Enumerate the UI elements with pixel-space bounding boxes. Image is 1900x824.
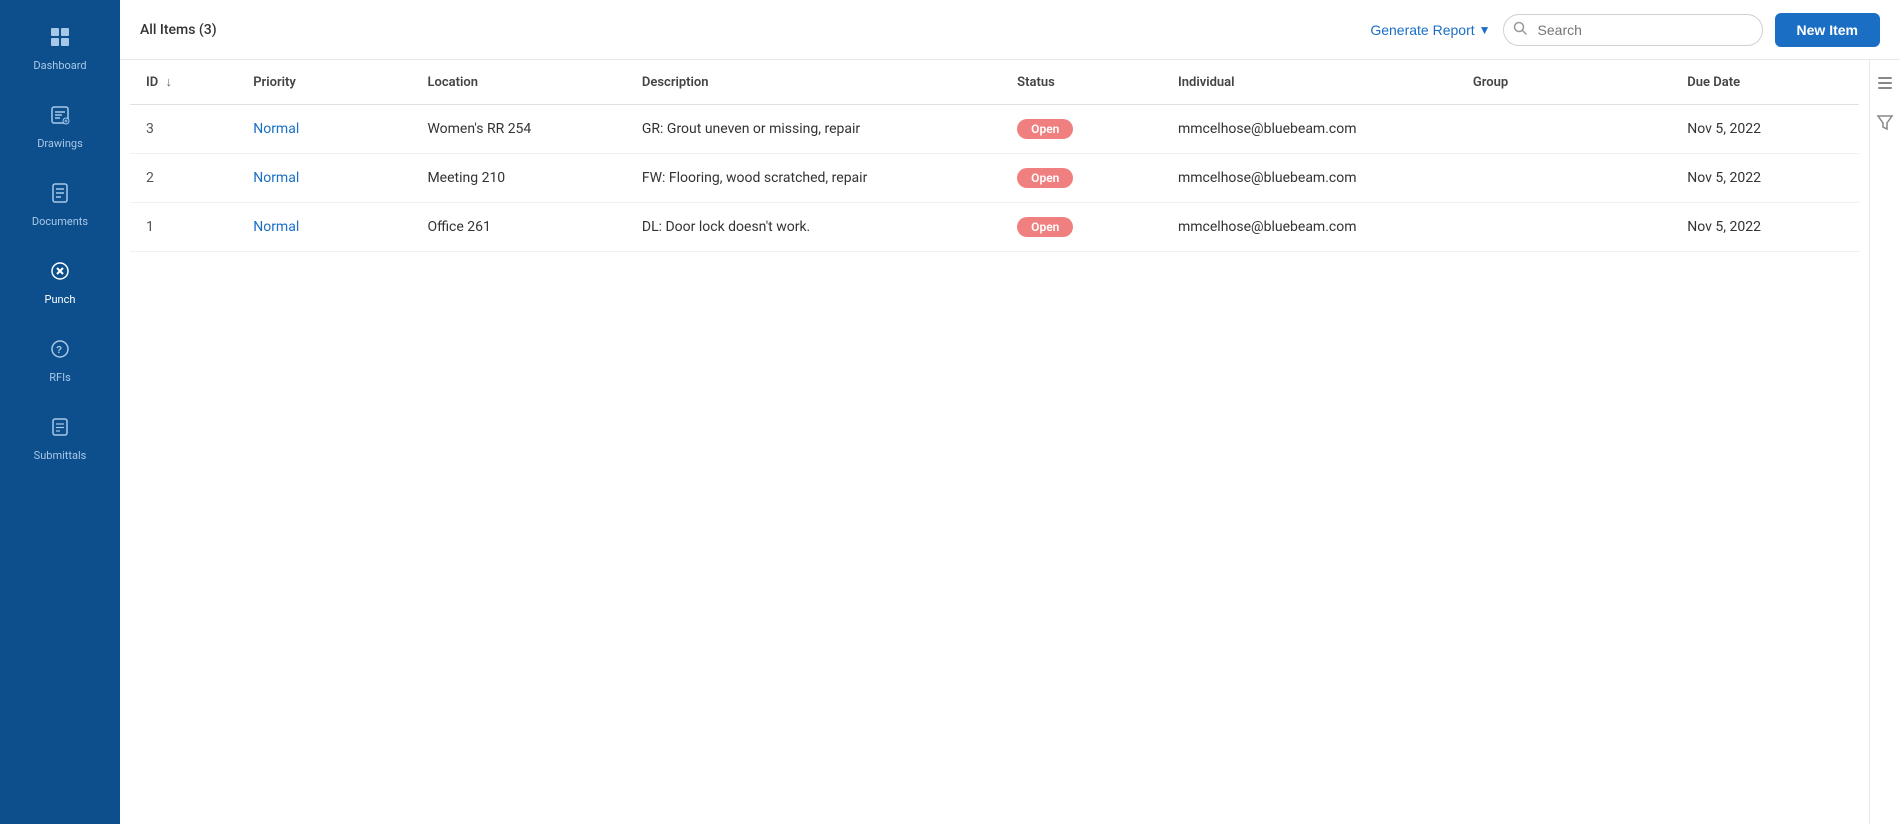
cell-group bbox=[1457, 203, 1671, 252]
table-row[interactable]: 1 Normal Office 261 DL: Door lock doesn'… bbox=[130, 203, 1859, 252]
filter-icon[interactable] bbox=[1876, 113, 1894, 136]
cell-priority: Normal bbox=[237, 154, 411, 203]
punch-icon bbox=[49, 260, 71, 287]
table-row[interactable]: 2 Normal Meeting 210 FW: Flooring, wood … bbox=[130, 154, 1859, 203]
sidebar-item-punch[interactable]: Punch bbox=[6, 246, 114, 320]
column-header-location[interactable]: Location bbox=[411, 60, 625, 105]
sidebar-item-dashboard[interactable]: Dashboard bbox=[6, 12, 114, 86]
cell-status: Open bbox=[1001, 203, 1162, 252]
sort-arrow-icon: ↓ bbox=[165, 75, 172, 90]
chevron-down-icon: ▼ bbox=[1479, 23, 1491, 37]
items-table-container: ID ↓ Priority Location Description Statu… bbox=[120, 60, 1869, 824]
table-row[interactable]: 3 Normal Women's RR 254 GR: Grout uneven… bbox=[130, 105, 1859, 154]
sidebar-item-submittals[interactable]: Submittals bbox=[6, 402, 114, 476]
column-header-description[interactable]: Description bbox=[626, 60, 1001, 105]
cell-priority: Normal bbox=[237, 105, 411, 154]
column-header-id[interactable]: ID ↓ bbox=[130, 60, 237, 105]
submittals-icon bbox=[49, 416, 71, 443]
new-item-button[interactable]: New Item bbox=[1775, 13, 1880, 47]
cell-id: 1 bbox=[130, 203, 237, 252]
cell-id: 2 bbox=[130, 154, 237, 203]
sidebar-item-drawings[interactable]: Drawings bbox=[6, 90, 114, 164]
new-item-label: New Item bbox=[1797, 22, 1858, 38]
sidebar-item-rfis[interactable]: ? RFIs bbox=[6, 324, 114, 398]
table-header-row: ID ↓ Priority Location Description Statu… bbox=[130, 60, 1859, 105]
right-toolbar bbox=[1869, 60, 1900, 824]
cell-location: Meeting 210 bbox=[411, 154, 625, 203]
generate-report-button[interactable]: Generate Report ▼ bbox=[1370, 22, 1490, 38]
search-input[interactable] bbox=[1503, 14, 1763, 46]
sidebar-item-label: RFIs bbox=[49, 371, 71, 384]
cell-description: DL: Door lock doesn't work. bbox=[626, 203, 1001, 252]
dashboard-icon bbox=[49, 26, 71, 53]
column-header-group[interactable]: Group bbox=[1457, 60, 1671, 105]
cell-status: Open bbox=[1001, 154, 1162, 203]
main-content: All Items (3) Generate Report ▼ New Item bbox=[120, 0, 1900, 824]
sidebar-item-documents[interactable]: Documents bbox=[6, 168, 114, 242]
cell-id: 3 bbox=[130, 105, 237, 154]
sidebar-item-label: Submittals bbox=[34, 449, 87, 462]
cell-individual: mmcelhose@bluebeam.com bbox=[1162, 203, 1457, 252]
documents-icon bbox=[49, 182, 71, 209]
cell-priority: Normal bbox=[237, 203, 411, 252]
cell-group bbox=[1457, 105, 1671, 154]
cell-description: GR: Grout uneven or missing, repair bbox=[626, 105, 1001, 154]
cell-individual: mmcelhose@bluebeam.com bbox=[1162, 154, 1457, 203]
column-header-due-date[interactable]: Due Date bbox=[1671, 60, 1859, 105]
status-badge: Open bbox=[1017, 119, 1073, 139]
items-table: ID ↓ Priority Location Description Statu… bbox=[130, 60, 1859, 252]
sidebar-item-label: Dashboard bbox=[33, 59, 86, 72]
cell-due-date: Nov 5, 2022 bbox=[1671, 154, 1859, 203]
cell-description: FW: Flooring, wood scratched, repair bbox=[626, 154, 1001, 203]
status-badge: Open bbox=[1017, 217, 1073, 237]
status-badge: Open bbox=[1017, 168, 1073, 188]
column-header-priority[interactable]: Priority bbox=[237, 60, 411, 105]
cell-due-date: Nov 5, 2022 bbox=[1671, 105, 1859, 154]
column-header-status[interactable]: Status bbox=[1001, 60, 1162, 105]
search-icon bbox=[1513, 21, 1527, 39]
sidebar: Dashboard Drawings Documents bbox=[0, 0, 120, 824]
search-container bbox=[1503, 14, 1763, 46]
list-view-icon[interactable] bbox=[1876, 74, 1894, 97]
sidebar-item-label: Punch bbox=[45, 293, 76, 306]
cell-due-date: Nov 5, 2022 bbox=[1671, 203, 1859, 252]
cell-group bbox=[1457, 154, 1671, 203]
cell-location: Office 261 bbox=[411, 203, 625, 252]
column-header-individual[interactable]: Individual bbox=[1162, 60, 1457, 105]
sidebar-item-label: Documents bbox=[32, 215, 88, 228]
topbar: All Items (3) Generate Report ▼ New Item bbox=[120, 0, 1900, 60]
generate-report-label: Generate Report bbox=[1370, 22, 1474, 38]
rfis-icon: ? bbox=[49, 338, 71, 365]
sidebar-item-label: Drawings bbox=[37, 137, 83, 150]
cell-location: Women's RR 254 bbox=[411, 105, 625, 154]
cell-individual: mmcelhose@bluebeam.com bbox=[1162, 105, 1457, 154]
drawings-icon bbox=[49, 104, 71, 131]
cell-status: Open bbox=[1001, 105, 1162, 154]
svg-text:?: ? bbox=[56, 345, 62, 356]
page-title: All Items (3) bbox=[140, 22, 1358, 38]
